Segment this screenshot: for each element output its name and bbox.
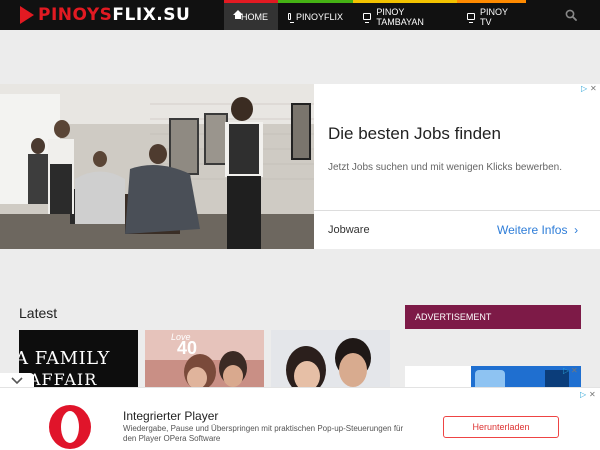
latest-thumbnail[interactable]: Love 40	[145, 330, 264, 390]
logo-text-part1: PINOYS	[38, 5, 113, 25]
thumbnail-badge: 40	[177, 338, 198, 358]
ad-headline[interactable]: Die besten Jobs finden	[328, 124, 501, 144]
advertisement-label: ADVERTISEMENT	[415, 312, 492, 322]
close-icon[interactable]: ✕	[590, 84, 600, 94]
tv-icon	[467, 13, 476, 23]
nav-item-pinoy-tv[interactable]: PINOY TV	[457, 0, 526, 30]
collapse-ad-button[interactable]	[0, 373, 34, 388]
latest-heading: Latest	[19, 305, 58, 321]
ad-divider	[314, 210, 600, 211]
play-icon	[20, 6, 34, 24]
nav-item-home[interactable]: HOME	[224, 0, 278, 30]
latest-thumbnail[interactable]: A FAMILY AFFAIR	[19, 330, 138, 390]
search-icon[interactable]	[565, 9, 577, 21]
advertisement-header: ADVERTISEMENT	[405, 305, 581, 329]
logo-text-part2: FLIX.SU	[112, 5, 191, 25]
chevron-down-icon	[11, 377, 23, 385]
nav-item-pinoy-tambayan[interactable]: PINOY TAMBAYAN	[353, 0, 457, 30]
thumbnail-image	[271, 330, 390, 390]
tv-icon	[363, 13, 372, 23]
ad-player-description: Wiedergabe, Pause und Überspringen mit p…	[123, 424, 404, 443]
close-icon[interactable]: ✕	[589, 390, 600, 400]
site-header: PINOYSFLIX.SU HOME PINOYFLIX PINOY TAMBA…	[0, 0, 600, 30]
ad-subline: Jetzt Jobs suchen und mit wenigen Klicks…	[328, 162, 563, 173]
download-button[interactable]: Herunterladen	[443, 416, 559, 438]
ad-cta-link[interactable]: Weitere Infos ›	[497, 223, 578, 237]
thumbnail-image	[145, 330, 264, 390]
opera-logo-icon	[49, 405, 91, 449]
home-icon	[233, 9, 243, 21]
ad-brand[interactable]: Jobware	[328, 224, 370, 236]
tv-icon	[288, 13, 294, 23]
close-icon[interactable]: ✕	[571, 366, 581, 376]
ad-player-title[interactable]: Integrierter Player	[123, 409, 218, 423]
chevron-right-icon: ›	[570, 223, 579, 237]
nav-item-pinoyflix[interactable]: PINOYFLIX	[278, 0, 353, 30]
nav-item-label: PINOYFLIX	[295, 11, 343, 22]
main-nav: HOME PINOYFLIX PINOY TAMBAYAN PINOY TV	[224, 0, 526, 30]
thumbnail-title: A FAMILY	[19, 348, 110, 369]
latest-thumbnail[interactable]	[271, 330, 390, 390]
nav-item-label: PINOY TV	[480, 6, 508, 27]
ad-cta-label: Weitere Infos	[497, 223, 568, 237]
nav-item-label: PINOY TAMBAYAN	[376, 6, 424, 27]
site-logo[interactable]: PINOYSFLIX.SU	[20, 4, 190, 26]
barbershop-photo	[0, 84, 314, 249]
nav-item-label: HOME	[241, 11, 268, 22]
